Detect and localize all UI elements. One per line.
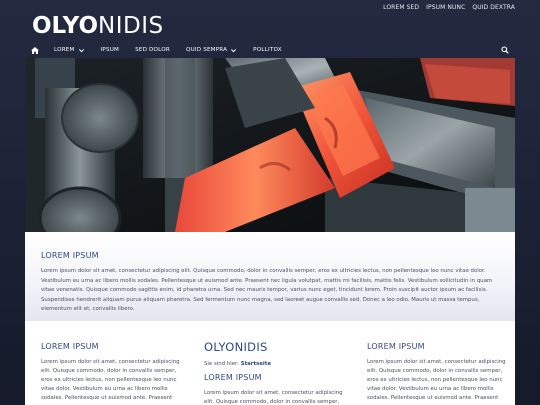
chevron-down-icon	[231, 48, 237, 52]
breadcrumb-label: Sie sind hier:	[204, 361, 239, 367]
intro-section: LOREM IPSUM Lorem ipsum dolor sit amet, …	[25, 232, 515, 321]
left-column-text: Lorem ipsum dolor sit amet, consectetur …	[41, 359, 180, 405]
middle-column-heading: LOREM IPSUM	[204, 373, 262, 382]
left-column: LOREM IPSUM Lorem ipsum dolor sit amet, …	[41, 342, 181, 405]
nav-item-label: SED DOLOR	[135, 47, 170, 53]
right-column: LOREM IPSUM Lorem ipsum dolor sit amet, …	[367, 342, 507, 405]
intro-text: Lorem ipsum dolor sit amet, consectetur …	[41, 268, 493, 313]
nav-item-ipsum[interactable]: IPSUM	[93, 42, 128, 58]
main-navigation: LOREM IPSUM SED DOLOR QUID SEMPRA POLLIT…	[25, 42, 515, 58]
search-icon[interactable]	[501, 46, 509, 54]
nav-item-lorem[interactable]: LOREM	[46, 42, 93, 58]
nav-item-quid-sempra[interactable]: QUID SEMPRA	[178, 42, 245, 58]
home-icon	[31, 46, 39, 54]
left-column-heading: LOREM IPSUM	[41, 342, 99, 351]
nav-item-pollitox[interactable]: POLLITOX	[245, 42, 290, 58]
breadcrumb: Sie sind hier: Startseite	[204, 361, 344, 367]
breadcrumb-link-home[interactable]: Startseite	[241, 361, 271, 367]
top-link-lorem-sed[interactable]: LOREM SED	[383, 4, 419, 11]
logo-thin-part: NIDIS	[98, 13, 164, 39]
nav-item-label: LOREM	[54, 47, 75, 53]
logo-bold-part: OLYO	[32, 13, 99, 39]
page-title: OLYONIDIS	[204, 340, 268, 354]
right-column-text: Lorem ipsum dolor sit amet, consectetur …	[367, 359, 506, 405]
top-link-ipsum-nunc[interactable]: IPSUM NUNC	[426, 4, 465, 11]
middle-column-text: Lorem ipsum dolor sit amet, consectetur …	[204, 390, 343, 405]
nav-home[interactable]	[25, 42, 46, 58]
nav-item-label: POLLITOX	[253, 47, 282, 53]
hero-image	[25, 58, 515, 232]
top-link-quid-dextra[interactable]: QUID DEXTRA	[472, 4, 515, 11]
content-columns: LOREM IPSUM Lorem ipsum dolor sit amet, …	[25, 321, 515, 405]
chevron-down-icon	[78, 48, 84, 52]
nav-item-label: IPSUM	[100, 47, 120, 53]
right-column-heading: LOREM IPSUM	[367, 342, 425, 351]
site-logo[interactable]: OLYONIDIS	[32, 13, 164, 39]
nav-item-label: QUID SEMPRA	[185, 47, 228, 53]
nav-item-sed-dolor[interactable]: SED DOLOR	[127, 42, 178, 58]
middle-column: OLYONIDIS Sie sind hier: Startseite LORE…	[204, 340, 344, 405]
intro-heading: LOREM IPSUM	[41, 251, 99, 260]
top-links: LOREM SED IPSUM NUNC QUID DEXTRA	[383, 4, 515, 11]
